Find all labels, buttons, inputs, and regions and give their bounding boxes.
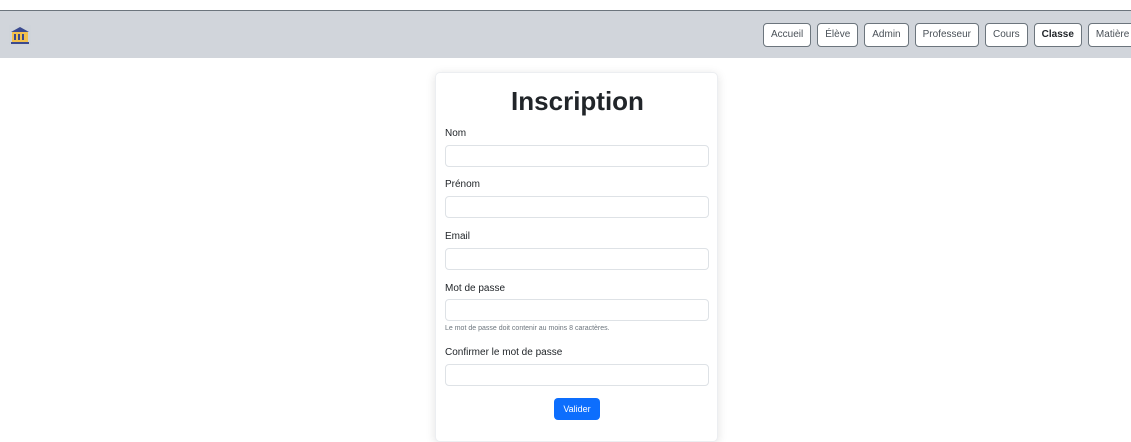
inscription-form-card: Inscription Nom Prénom Email Mot de pass… — [435, 72, 718, 442]
confirm-password-input[interactable] — [445, 364, 709, 386]
nav-classe-button[interactable]: Classe — [1033, 23, 1082, 47]
password-help-text: Le mot de passe doit contenir au moins 8… — [445, 325, 610, 332]
confirm-password-label: Confirmer le mot de passe — [445, 347, 563, 358]
nav-eleve-button[interactable]: Élève — [817, 23, 859, 47]
nav-cours-button[interactable]: Cours — [984, 23, 1028, 47]
submit-button[interactable]: Valider — [554, 398, 600, 420]
nav-matiere-button[interactable]: Matière — [1087, 23, 1131, 47]
top-border — [0, 0, 1131, 11]
prenom-label: Prénom — [445, 179, 481, 190]
nom-input[interactable] — [445, 145, 709, 167]
nav-professeur-button[interactable]: Professeur — [914, 23, 979, 47]
school-building-icon[interactable] — [9, 25, 31, 45]
nom-label: Nom — [445, 128, 467, 139]
form-title: Inscription — [511, 86, 644, 116]
email-label: Email — [445, 231, 471, 242]
prenom-input[interactable] — [445, 196, 709, 218]
email-input[interactable] — [445, 248, 709, 270]
nav-accueil-button[interactable]: Accueil — [763, 23, 812, 47]
nav-menu: Accueil Élève Admin Professeur Cours Cla… — [763, 23, 1131, 47]
password-label: Mot de passe — [445, 283, 506, 294]
password-input[interactable] — [445, 299, 709, 321]
nav-admin-button[interactable]: Admin — [864, 23, 909, 47]
navbar: Accueil Élève Admin Professeur Cours Cla… — [0, 11, 1131, 58]
